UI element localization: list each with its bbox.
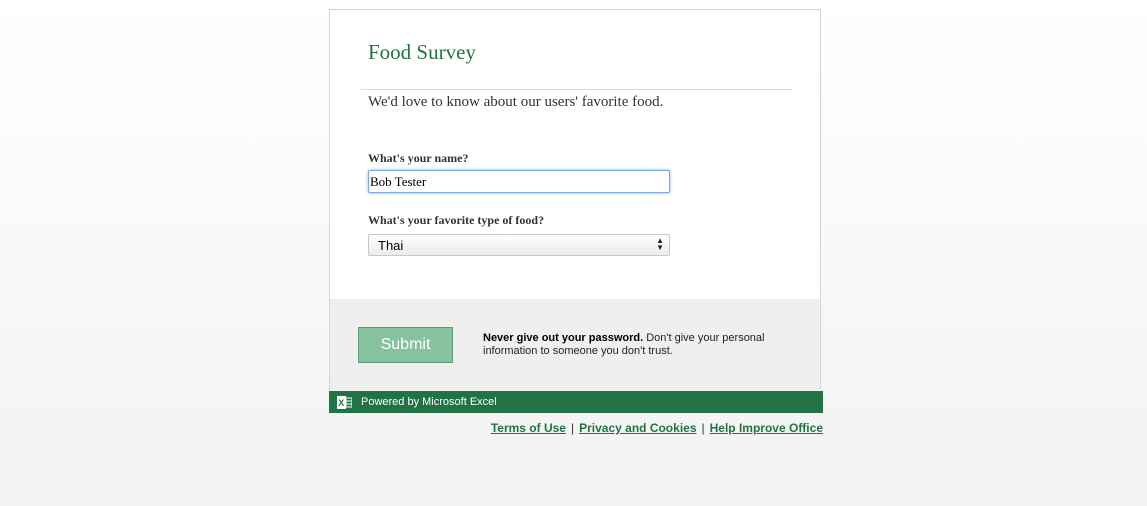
terms-of-use-link[interactable]: Terms of Use [491, 421, 566, 435]
survey-form-card: Food Survey We'd love to know about our … [329, 9, 821, 390]
name-question-label: What's your name? [368, 151, 469, 165]
svg-text:X: X [338, 398, 344, 408]
form-description: We'd love to know about our users' favor… [368, 94, 664, 110]
powered-by-bar: X Powered by Microsoft Excel [329, 391, 823, 413]
name-input[interactable] [368, 170, 670, 193]
form-title: Food Survey [368, 40, 476, 64]
select-arrows-icon: ▲ ▼ [656, 236, 664, 252]
password-notice: Never give out your password. Don't give… [483, 332, 793, 358]
food-type-select[interactable]: Thai ▲ ▼ [368, 234, 670, 256]
food-question-label: What's your favorite type of food? [368, 213, 545, 227]
form-footer: Submit Never give out your password. Don… [330, 299, 820, 390]
food-type-selected-value: Thai [378, 238, 404, 253]
help-improve-office-link[interactable]: Help Improve Office [710, 421, 823, 435]
title-divider [361, 89, 792, 90]
submit-button[interactable]: Submit [358, 327, 453, 363]
excel-icon: X [337, 396, 352, 409]
privacy-and-cookies-link[interactable]: Privacy and Cookies [579, 421, 696, 435]
powered-by-text: Powered by Microsoft Excel [361, 396, 497, 408]
footer-links: Terms of Use | Privacy and Cookies | Help Im… [490, 421, 823, 435]
password-notice-bold: Never give out your password. [483, 332, 644, 344]
